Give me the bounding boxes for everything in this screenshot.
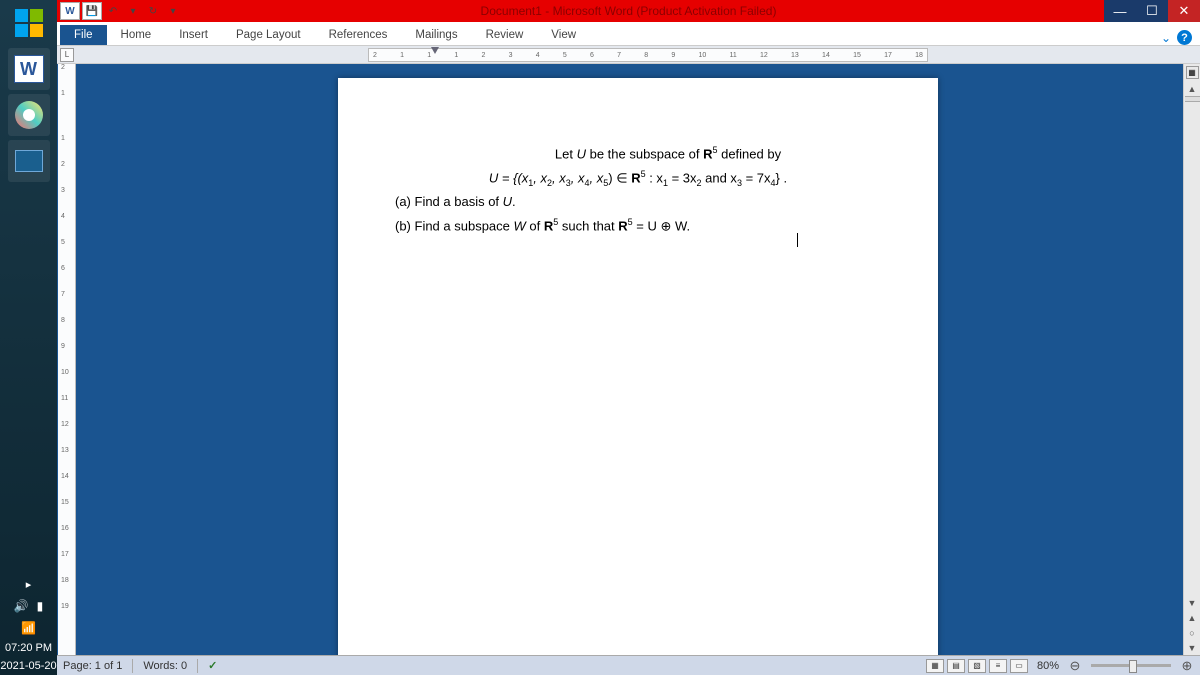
tab-page-layout[interactable]: Page Layout: [222, 25, 315, 45]
taskbar-app-paint[interactable]: [8, 94, 50, 136]
thumbnail-icon: [15, 150, 43, 172]
taskbar: W ▸ 🔊 ▮ 📶 07:20 PM 2021-05-20: [0, 0, 57, 675]
view-print-layout-button[interactable]: ▦: [926, 659, 944, 673]
tray-date[interactable]: 2021-05-20: [0, 657, 57, 675]
word-icon: W: [14, 55, 44, 83]
maximize-button[interactable]: ☐: [1136, 0, 1168, 22]
battery-icon[interactable]: ▮: [37, 599, 44, 613]
browse-object-icon[interactable]: ○: [1185, 625, 1200, 640]
tab-references[interactable]: References: [315, 25, 402, 45]
split-handle[interactable]: [1185, 96, 1200, 102]
horizontal-ruler[interactable]: 2111234567891011121314151718: [368, 48, 928, 62]
undo-button[interactable]: ↶: [104, 2, 122, 20]
tab-insert[interactable]: Insert: [165, 25, 222, 45]
prev-page-icon[interactable]: ▲: [1185, 610, 1200, 625]
tab-selector[interactable]: L: [60, 48, 74, 62]
vertical-ruler[interactable]: 2112345678910111213141516171819: [58, 64, 76, 655]
ribbon-tabs: File Home Insert Page Layout References …: [57, 22, 1200, 46]
title-bar: W 💾 ↶ ▾ ↻ ▾ Document1 - Microsoft Word (…: [57, 0, 1200, 22]
save-button[interactable]: 💾: [82, 2, 102, 20]
app-icon[interactable]: W: [60, 2, 80, 20]
speaker-icon[interactable]: 🔊: [14, 599, 29, 613]
taskbar-app-word[interactable]: W: [8, 48, 50, 90]
close-button[interactable]: ✕: [1168, 0, 1200, 22]
scroll-down-icon[interactable]: ▼: [1185, 595, 1200, 610]
vertical-scrollbar[interactable]: ▦ ▲ ▼ ▲ ○ ▼: [1183, 64, 1200, 655]
tab-review[interactable]: Review: [472, 25, 538, 45]
status-zoom[interactable]: 80%: [1037, 660, 1059, 672]
undo-dropdown-icon[interactable]: ▾: [124, 2, 142, 20]
document-area: 2112345678910111213141516171819 Let U be…: [57, 64, 1200, 655]
page-container: Let U be the subspace of R5 defined by U…: [76, 64, 1200, 655]
view-draft-button[interactable]: ▭: [1010, 659, 1028, 673]
tray-overflow-icon[interactable]: ▸: [22, 574, 36, 595]
document-page[interactable]: Let U be the subspace of R5 defined by U…: [338, 78, 938, 655]
ribbon-collapse-icon[interactable]: ⌄: [1161, 31, 1171, 45]
doc-line-2: U = {(x1, x2, x3, x4, x5) ∈ R5 : x1 = 3x…: [393, 167, 883, 190]
window-title: Document1 - Microsoft Word (Product Acti…: [481, 4, 777, 18]
quick-access-toolbar: W 💾 ↶ ▾ ↻ ▾: [60, 2, 182, 20]
ruler-toggle-icon[interactable]: ▦: [1186, 66, 1199, 79]
next-page-icon[interactable]: ▼: [1185, 640, 1200, 655]
start-button[interactable]: [5, 3, 53, 43]
redo-button[interactable]: ↻: [144, 2, 162, 20]
file-tab[interactable]: File: [60, 25, 107, 45]
tray-time[interactable]: 07:20 PM: [0, 639, 57, 657]
spell-check-icon[interactable]: ✓: [208, 659, 217, 672]
indent-marker-icon[interactable]: [431, 47, 439, 54]
word-window: W 💾 ↶ ▾ ↻ ▾ Document1 - Microsoft Word (…: [57, 0, 1200, 675]
help-icon[interactable]: ?: [1177, 30, 1192, 45]
ruler-row: L 2111234567891011121314151718: [57, 46, 1200, 64]
doc-line-4: (b) Find a subspace W of R5 such that R5…: [395, 215, 883, 237]
taskbar-app-thumb[interactable]: [8, 140, 50, 182]
doc-line-1: Let U be the subspace of R5 defined by: [453, 143, 883, 165]
zoom-slider[interactable]: [1091, 664, 1171, 667]
document-content: Let U be the subspace of R5 defined by U…: [393, 143, 883, 237]
scroll-up-icon[interactable]: ▲: [1185, 81, 1200, 96]
zoom-in-button[interactable]: ⊕: [1180, 658, 1194, 674]
view-full-screen-button[interactable]: ▤: [947, 659, 965, 673]
status-words[interactable]: Words: 0: [143, 660, 187, 672]
view-outline-button[interactable]: ≡: [989, 659, 1007, 673]
text-cursor: [797, 233, 798, 247]
view-web-button[interactable]: ▧: [968, 659, 986, 673]
tab-home[interactable]: Home: [107, 25, 166, 45]
minimize-button[interactable]: —: [1104, 0, 1136, 22]
status-page[interactable]: Page: 1 of 1: [63, 660, 122, 672]
tab-view[interactable]: View: [537, 25, 590, 45]
qat-more-icon[interactable]: ▾: [164, 2, 182, 20]
network-icon[interactable]: 📶: [21, 621, 36, 635]
status-bar: Page: 1 of 1 Words: 0 ✓ ▦ ▤ ▧ ≡ ▭ 80% ⊖ …: [57, 655, 1200, 675]
doc-line-3: (a) Find a basis of U.: [395, 192, 883, 213]
zoom-out-button[interactable]: ⊖: [1068, 658, 1082, 674]
tab-mailings[interactable]: Mailings: [401, 25, 471, 45]
paint-icon: [15, 101, 43, 129]
